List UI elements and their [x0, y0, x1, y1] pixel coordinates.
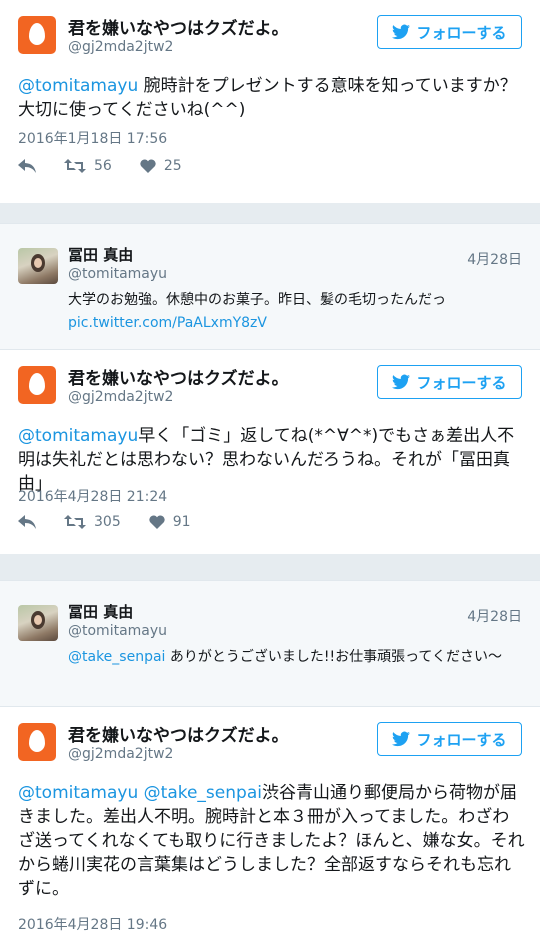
mention-link[interactable]: @take_senpai	[144, 783, 262, 803]
author-handle[interactable]: @gj2mda2jtw2	[68, 746, 173, 762]
author-name[interactable]: 君を嫌いなやつはクズだよ。	[68, 14, 289, 39]
heart-icon	[149, 515, 165, 529]
mention-link[interactable]: @tomitamayu	[18, 76, 138, 96]
quoted-author-handle[interactable]: @tomitamayu	[68, 623, 167, 639]
author-name[interactable]: 君を嫌いなやつはクズだよ。	[68, 364, 289, 389]
like-button[interactable]: 91	[149, 514, 191, 530]
pic-link[interactable]: pic.twitter.com/PaALxmY8zV	[68, 312, 518, 335]
retweet-icon	[64, 515, 86, 529]
reply-icon	[18, 515, 36, 529]
quoted-author-name[interactable]: 冨田 真由	[68, 601, 133, 622]
heart-icon	[140, 159, 156, 173]
egg-icon	[29, 373, 45, 395]
quoted-tweet-1[interactable]: 冨田 真由 @tomitamayu 4月28日 大学のお勉強。休憩中のお菓子。昨…	[0, 223, 540, 350]
retweet-button[interactable]: 305	[64, 514, 121, 530]
tweet-1: 君を嫌いなやつはクズだよ。 @gj2mda2jtw2 フォローする @tomit…	[0, 0, 540, 203]
avatar[interactable]	[18, 16, 56, 54]
quoted-body: 大学のお勉強。休憩中のお菓子。昨日、髪の毛切ったんだっ	[68, 292, 446, 308]
divider	[0, 203, 540, 223]
retweet-count: 305	[94, 514, 121, 530]
twitter-bird-icon	[392, 374, 411, 390]
mention-link[interactable]: @tomitamayu	[18, 426, 138, 446]
mention-link[interactable]: @tomitamayu	[18, 783, 138, 803]
quoted-text: @take_senpai ありがとうございました!!お仕事頑張ってください～	[68, 646, 518, 669]
tweet-timestamp[interactable]: 2016年1月18日 17:56	[18, 128, 167, 148]
quoted-date[interactable]: 4月28日	[467, 606, 522, 626]
reply-button[interactable]	[18, 515, 36, 529]
author-name[interactable]: 君を嫌いなやつはクズだよ。	[68, 721, 289, 746]
quoted-tweet-2[interactable]: 冨田 真由 @tomitamayu 4月28日 @take_senpai ありが…	[0, 580, 540, 707]
tweet-timestamp[interactable]: 2016年4月28日 21:24	[18, 486, 167, 506]
follow-label: フォローする	[416, 373, 507, 392]
tweet-actions: 305 91	[18, 514, 219, 530]
tweet-actions: 56 25	[18, 158, 210, 174]
avatar[interactable]	[18, 723, 56, 761]
reply-icon	[18, 159, 36, 173]
like-button[interactable]: 25	[140, 158, 182, 174]
quoted-author-name[interactable]: 冨田 真由	[68, 244, 133, 265]
like-count: 25	[163, 158, 182, 174]
retweet-icon	[64, 159, 86, 173]
follow-label: フォローする	[416, 730, 507, 749]
egg-icon	[29, 730, 45, 752]
twitter-bird-icon	[392, 24, 411, 40]
like-count: 91	[172, 514, 191, 530]
avatar[interactable]	[18, 605, 58, 641]
follow-button[interactable]: フォローする	[377, 15, 522, 49]
follow-button[interactable]: フォローする	[377, 722, 522, 756]
retweet-count: 56	[94, 158, 112, 174]
tweet-timestamp[interactable]: 2016年4月28日 19:46	[18, 914, 167, 932]
tweet-text: @tomitamayu 腕時計をプレゼントする意味を知っていますか？大切に使って…	[18, 74, 526, 122]
egg-icon	[29, 23, 45, 45]
author-handle[interactable]: @gj2mda2jtw2	[68, 389, 173, 405]
author-handle[interactable]: @gj2mda2jtw2	[68, 39, 173, 55]
divider	[0, 554, 540, 580]
tweet-2: 君を嫌いなやつはクズだよ。 @gj2mda2jtw2 フォローする @tomit…	[0, 350, 540, 554]
quoted-author-handle[interactable]: @tomitamayu	[68, 266, 167, 282]
tweet-3: 君を嫌いなやつはクズだよ。 @gj2mda2jtw2 フォローする @tomit…	[0, 707, 540, 932]
quoted-body: ありがとうございました!!お仕事頑張ってください～	[165, 649, 502, 665]
retweet-button[interactable]: 56	[64, 158, 112, 174]
avatar[interactable]	[18, 248, 58, 284]
follow-button[interactable]: フォローする	[377, 365, 522, 399]
follow-label: フォローする	[416, 23, 507, 42]
twitter-bird-icon	[392, 731, 411, 747]
mention-link[interactable]: @take_senpai	[68, 649, 165, 665]
tweet-text: @tomitamayu @take_senpai渋谷青山通り郵便局から荷物が届き…	[18, 781, 526, 901]
avatar[interactable]	[18, 366, 56, 404]
quoted-text: 大学のお勉強。休憩中のお菓子。昨日、髪の毛切ったんだっ pic.twitter.…	[68, 289, 518, 335]
reply-button[interactable]	[18, 159, 36, 173]
quoted-date[interactable]: 4月28日	[467, 249, 522, 269]
